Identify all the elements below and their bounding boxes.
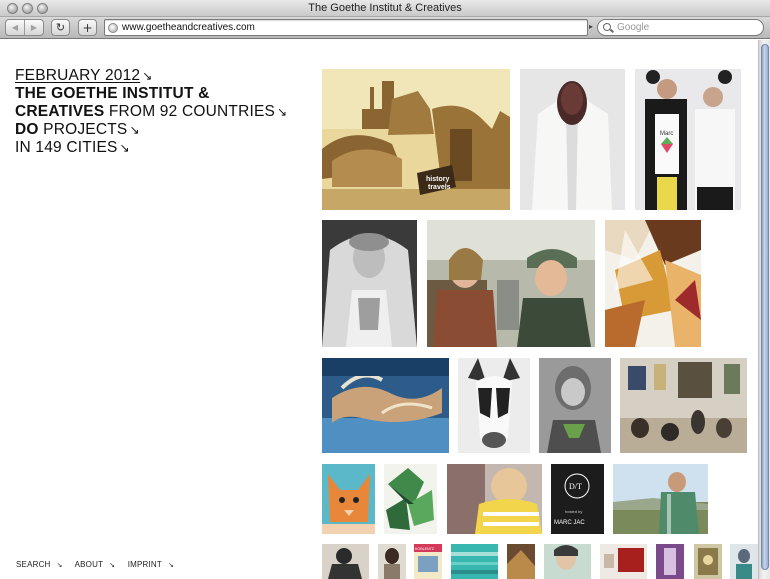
hosted-by-text: hosted by — [565, 509, 582, 514]
window-titlebar: The Goethe Institut & Creatives — [0, 0, 770, 17]
project-thumb-dt-marc-jacobs[interactable]: Marc — [635, 69, 741, 210]
footer-nav: SEARCH ↘ ABOUT ↘ IMPRINT ↘ — [16, 560, 184, 569]
footer-about-label: ABOUT — [74, 560, 104, 569]
arrow-down-right-icon: ↘ — [56, 561, 63, 569]
footer-imprint-label: IMPRINT — [127, 560, 162, 569]
headline-line-2: THE GOETHE INSTITUT & — [15, 85, 210, 102]
project-thumb-child-back[interactable] — [447, 464, 542, 534]
project-thumb-row5-5[interactable] — [507, 544, 535, 579]
arrow-down-right-icon: ↘ — [119, 141, 130, 155]
search-input[interactable] — [617, 22, 757, 33]
koblentz-text: KOBLENTZ — [415, 547, 435, 551]
project-thumb-underwater[interactable] — [322, 358, 449, 453]
reload-icon[interactable]: ↻ — [51, 19, 70, 36]
headline: FEBRUARY 2012 ↘ THE GOETHE INSTITUT & CRE… — [15, 67, 305, 157]
footer-search-link[interactable]: SEARCH ↘ — [16, 560, 68, 569]
site-favicon-icon — [108, 23, 118, 33]
page-content: FEBRUARY 2012 ↘ THE GOETHE INSTITUT & CRE… — [0, 40, 758, 579]
arrow-down-right-icon: ↘ — [142, 69, 153, 83]
project-thumb-man-field[interactable] — [613, 464, 708, 534]
project-thumb-dt-marc-jacobs-poster[interactable]: D/T hosted by MARC JAC — [551, 464, 604, 534]
history-travels-label-2: travels — [428, 184, 451, 191]
project-thumb-pixel-portrait[interactable] — [539, 358, 611, 453]
project-thumb-row5-koblentz[interactable]: KOBLENTZ — [414, 544, 442, 579]
arrow-down-right-icon: ↘ — [167, 561, 175, 569]
arrow-down-right-icon: ↘ — [277, 105, 288, 119]
dt-logo-text: D/T — [569, 482, 582, 491]
project-thumb-row5-2[interactable] — [378, 544, 406, 579]
back-forward-buttons: ◀ ▶ — [5, 19, 44, 36]
project-thumb-row5-6[interactable] — [544, 544, 591, 579]
project-thumb-orange-fox[interactable] — [322, 464, 375, 534]
project-thumb-fragmented-figure[interactable] — [605, 220, 701, 347]
project-thumb-row5-8[interactable] — [656, 544, 684, 579]
project-thumb-gallery-visitors[interactable] — [620, 358, 747, 453]
cities-link[interactable]: IN 149 CITIES — [15, 139, 118, 156]
arrow-down-right-icon: ↘ — [109, 561, 116, 569]
back-arrow-icon[interactable]: ◀ — [6, 20, 24, 35]
add-bookmark-icon[interactable]: + — [78, 19, 97, 36]
history-travels-label: history — [426, 176, 449, 183]
forward-arrow-icon[interactable]: ▶ — [24, 20, 43, 35]
search-field[interactable] — [597, 19, 764, 36]
project-thumb-donkey[interactable] — [458, 358, 530, 453]
footer-imprint-link[interactable]: IMPRINT ↘ — [128, 560, 179, 569]
project-thumb-row5-1[interactable] — [322, 544, 369, 579]
project-thumb-row5-10[interactable] — [730, 544, 758, 579]
browser-toolbar: ◀ ▶ ↻ + www.goetheandcreatives.com ▸ — [0, 17, 770, 39]
footer-search-label: SEARCH — [16, 560, 51, 569]
snapback-icon[interactable]: ▸ — [589, 22, 593, 31]
window-title: The Goethe Institut & Creatives — [308, 2, 462, 14]
countries-link[interactable]: FROM 92 COUNTRIES — [109, 103, 275, 120]
address-bar[interactable]: www.goetheandcreatives.com — [104, 19, 588, 36]
project-thumb-white-jacket[interactable] — [520, 69, 625, 210]
marc-jac-text: MARC JAC — [554, 520, 585, 526]
search-icon — [603, 23, 611, 31]
date-link[interactable]: FEBRUARY 2012 — [15, 67, 140, 84]
footer-about-link[interactable]: ABOUT ↘ — [75, 560, 121, 569]
arrow-down-right-icon: ↘ — [129, 123, 140, 137]
projects-link[interactable]: PROJECTS — [43, 121, 127, 138]
scrollbar-thumb[interactable] — [761, 44, 769, 570]
do-text: DO — [15, 121, 39, 138]
project-thumb-history-travels[interactable]: history travels — [322, 69, 510, 210]
url-text[interactable]: www.goetheandcreatives.com — [122, 22, 255, 33]
project-thumb-green-geometry[interactable] — [384, 464, 437, 534]
creatives-link[interactable]: CREATIVES — [15, 103, 104, 120]
project-thumb-row5-7[interactable] — [600, 544, 647, 579]
project-thumb-row5-9[interactable] — [694, 544, 722, 579]
marc-shirt-label: Marc — [660, 131, 673, 137]
project-thumb-row5-4[interactable] — [451, 544, 498, 579]
project-thumb-veiled-woman[interactable] — [322, 220, 417, 347]
project-thumb-children-film[interactable] — [427, 220, 595, 347]
vertical-scrollbar[interactable] — [758, 40, 770, 579]
